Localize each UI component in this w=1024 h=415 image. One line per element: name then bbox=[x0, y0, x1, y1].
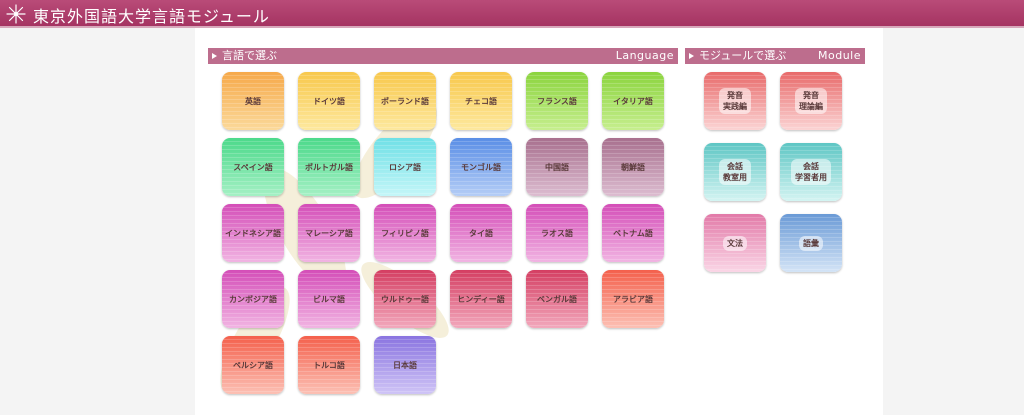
language-tile-label: ペルシア語 bbox=[233, 360, 273, 370]
module-tile-label: 会話 学習者用 bbox=[791, 159, 831, 185]
triangle-icon bbox=[212, 53, 217, 59]
language-tile-label: カンボジア語 bbox=[229, 294, 277, 304]
module-tile[interactable]: 会話 教室用 bbox=[704, 143, 766, 201]
language-tile[interactable]: ベトナム語 bbox=[602, 204, 664, 262]
language-tile-label: ラオス語 bbox=[541, 228, 573, 238]
language-tile[interactable]: ロシア語 bbox=[374, 138, 436, 196]
language-tile-label: 英語 bbox=[245, 96, 261, 106]
language-tile[interactable]: ドイツ語 bbox=[298, 72, 360, 130]
language-tile-label: ポルトガル語 bbox=[305, 162, 353, 172]
language-tile[interactable]: スペイン語 bbox=[222, 138, 284, 196]
logo-star-icon bbox=[6, 4, 26, 24]
language-section-label: 言語で選ぶ bbox=[222, 49, 277, 62]
language-tile[interactable]: 英語 bbox=[222, 72, 284, 130]
language-tile-label: 日本語 bbox=[393, 360, 417, 370]
language-tile[interactable]: フィリピノ語 bbox=[374, 204, 436, 262]
triangle-icon bbox=[689, 53, 694, 59]
module-tile-label: 会話 教室用 bbox=[719, 159, 751, 185]
language-tile-label: フランス語 bbox=[537, 96, 577, 106]
language-tile-label: ビルマ語 bbox=[313, 294, 345, 304]
language-tile[interactable]: インドネシア語 bbox=[222, 204, 284, 262]
language-tile-label: フィリピノ語 bbox=[381, 228, 429, 238]
module-subtitle: 教室用 bbox=[723, 173, 747, 182]
module-section-bar: モジュールで選ぶ Module bbox=[685, 48, 865, 64]
module-title: 発音 bbox=[727, 91, 743, 100]
language-tile[interactable]: ウルドゥー語 bbox=[374, 270, 436, 328]
app-header: 東京外国語大学言語モジュール bbox=[0, 0, 1024, 27]
module-subtitle: 実践編 bbox=[723, 102, 747, 111]
language-tile-label: ベトナム語 bbox=[613, 228, 653, 238]
module-tile[interactable]: 語彙 bbox=[780, 214, 842, 272]
module-subtitle: 理論編 bbox=[799, 102, 823, 111]
language-tile[interactable]: チェコ語 bbox=[450, 72, 512, 130]
language-tile[interactable]: 朝鮮語 bbox=[602, 138, 664, 196]
app-title: 東京外国語大学言語モジュール bbox=[33, 7, 270, 26]
language-section-label-en: Language bbox=[615, 49, 674, 62]
language-tile-label: 中国語 bbox=[545, 162, 569, 172]
language-tile-label: ベンガル語 bbox=[537, 294, 577, 304]
language-tile-label: ロシア語 bbox=[389, 162, 421, 172]
module-section-label-en: Module bbox=[818, 49, 861, 62]
language-tile[interactable]: 中国語 bbox=[526, 138, 588, 196]
language-tile[interactable]: ポーランド語 bbox=[374, 72, 436, 130]
module-tile-label: 発音 実践編 bbox=[719, 88, 751, 114]
language-tile[interactable]: タイ語 bbox=[450, 204, 512, 262]
language-tile[interactable]: ポルトガル語 bbox=[298, 138, 360, 196]
language-tile-label: ウルドゥー語 bbox=[381, 294, 429, 304]
module-tile[interactable]: 発音 実践編 bbox=[704, 72, 766, 130]
module-subtitle: 学習者用 bbox=[795, 173, 827, 182]
language-tile-label: モンゴル語 bbox=[461, 162, 501, 172]
language-tile[interactable]: ヒンディー語 bbox=[450, 270, 512, 328]
language-tile-label: イタリア語 bbox=[613, 96, 653, 106]
language-tile[interactable]: ペルシア語 bbox=[222, 336, 284, 394]
language-tile[interactable]: マレーシア語 bbox=[298, 204, 360, 262]
language-tile[interactable]: アラビア語 bbox=[602, 270, 664, 328]
language-tile[interactable]: 日本語 bbox=[374, 336, 436, 394]
language-tile-label: タイ語 bbox=[469, 228, 493, 238]
module-tile-label: 発音 理論編 bbox=[795, 88, 827, 114]
language-tile-label: スペイン語 bbox=[233, 162, 273, 172]
language-tile-label: ヒンディー語 bbox=[457, 294, 505, 304]
module-title: 語彙 bbox=[803, 238, 819, 248]
module-title: 文法 bbox=[727, 238, 743, 248]
language-tile[interactable]: フランス語 bbox=[526, 72, 588, 130]
module-title: 会話 bbox=[803, 162, 819, 171]
language-tile[interactable]: カンボジア語 bbox=[222, 270, 284, 328]
language-tile-label: マレーシア語 bbox=[305, 228, 353, 238]
module-title: 発音 bbox=[803, 91, 819, 100]
module-tile[interactable]: 文法 bbox=[704, 214, 766, 272]
language-tile-label: 朝鮮語 bbox=[621, 162, 645, 172]
module-title: 会話 bbox=[727, 162, 743, 171]
language-tile-label: ドイツ語 bbox=[313, 96, 345, 106]
language-tile[interactable]: トルコ語 bbox=[298, 336, 360, 394]
module-tile[interactable]: 発音 理論編 bbox=[780, 72, 842, 130]
language-tile-label: インドネシア語 bbox=[225, 228, 281, 238]
module-section-label: モジュールで選ぶ bbox=[699, 49, 787, 62]
language-tile[interactable]: モンゴル語 bbox=[450, 138, 512, 196]
language-tile[interactable]: ラオス語 bbox=[526, 204, 588, 262]
language-tile-label: トルコ語 bbox=[313, 360, 345, 370]
language-tile-label: チェコ語 bbox=[465, 96, 497, 106]
language-tile[interactable]: イタリア語 bbox=[602, 72, 664, 130]
module-tile-label: 語彙 bbox=[799, 235, 823, 251]
module-tile-label: 文法 bbox=[723, 235, 747, 251]
language-tile[interactable]: ベンガル語 bbox=[526, 270, 588, 328]
module-tile[interactable]: 会話 学習者用 bbox=[780, 143, 842, 201]
language-tile-label: アラビア語 bbox=[613, 294, 653, 304]
language-section-bar: 言語で選ぶ Language bbox=[208, 48, 678, 64]
language-tile-label: ポーランド語 bbox=[381, 96, 429, 106]
language-tile[interactable]: ビルマ語 bbox=[298, 270, 360, 328]
